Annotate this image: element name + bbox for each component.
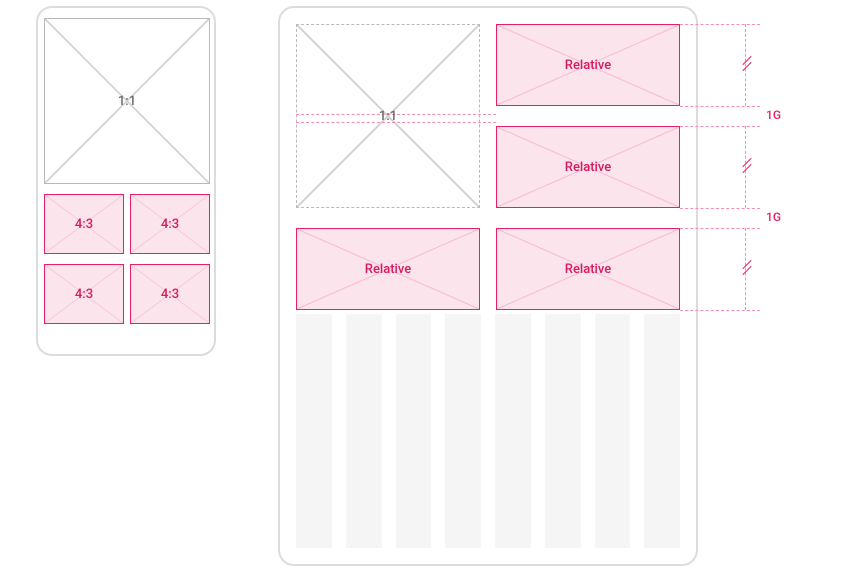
aspect-label: Relative bbox=[565, 262, 611, 277]
guide-line bbox=[680, 126, 760, 127]
phone-tile: 4:3 bbox=[130, 264, 210, 324]
tablet-tile: Relative bbox=[496, 228, 680, 310]
phone-tile: 4:3 bbox=[44, 264, 124, 324]
guide-line bbox=[680, 24, 760, 25]
aspect-label: 4:3 bbox=[161, 287, 179, 302]
tablet-tile: Relative bbox=[296, 228, 480, 310]
phone-device-frame: 1:1 4:3 4:3 4:3 4:3 bbox=[36, 6, 216, 356]
phone-tile: 4:3 bbox=[44, 194, 124, 254]
phone-screen: 1:1 4:3 4:3 4:3 4:3 bbox=[44, 18, 208, 344]
aspect-label: 4:3 bbox=[75, 217, 93, 232]
phone-tile: 4:3 bbox=[130, 194, 210, 254]
tablet-hero-image-box: 1:1 bbox=[296, 24, 480, 208]
aspect-label: 4:3 bbox=[161, 217, 179, 232]
column-grid-overlay bbox=[296, 314, 680, 548]
guide-line bbox=[680, 310, 760, 311]
tablet-tile: Relative bbox=[496, 24, 680, 106]
tablet-screen: 1:1 Relative Relative Relative Relative bbox=[296, 24, 680, 548]
tablet-tile: Relative bbox=[496, 126, 680, 208]
layout-diagram: 1:1 4:3 4:3 4:3 4:3 bbox=[0, 0, 846, 588]
aspect-label: 1:1 bbox=[118, 94, 136, 109]
tablet-device-frame: 1:1 Relative Relative Relative Relative bbox=[278, 6, 698, 566]
gap-label: 1G bbox=[766, 210, 781, 224]
aspect-label: Relative bbox=[365, 262, 411, 277]
aspect-label: Relative bbox=[565, 58, 611, 73]
guide-line bbox=[680, 228, 760, 229]
guide-line bbox=[680, 208, 760, 209]
aspect-label: 4:3 bbox=[75, 287, 93, 302]
aspect-label: 1:1 bbox=[379, 109, 397, 124]
phone-hero-image-box: 1:1 bbox=[44, 18, 210, 184]
aspect-label: Relative bbox=[565, 160, 611, 175]
gap-label: 1G bbox=[766, 108, 781, 122]
guide-line bbox=[680, 106, 760, 107]
